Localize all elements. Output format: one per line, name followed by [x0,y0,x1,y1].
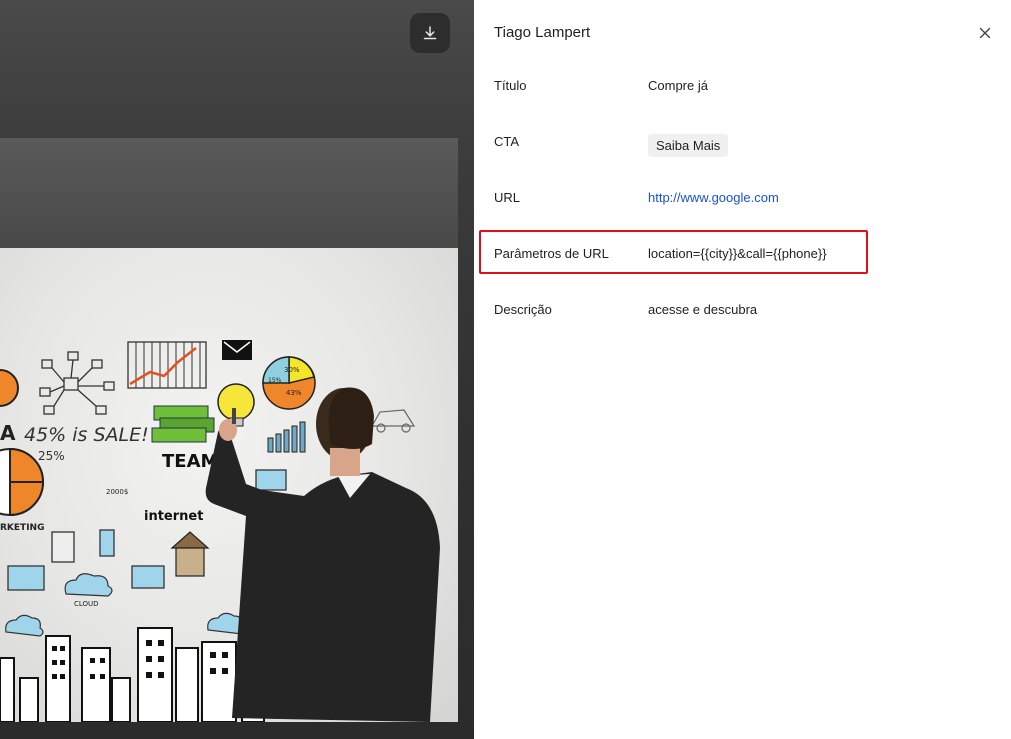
ad-pie-chart-left [0,447,45,517]
ad-pie-label-a: 30% [284,366,300,374]
field-value-url-params: location={{city}}&call={{phone}} [648,245,827,261]
ad-cloud-text: CLOUD [74,600,99,608]
panel-title: Tiago Lampert [494,24,591,41]
ad-city-skyline [0,627,265,722]
close-icon [979,27,991,39]
download-button[interactable] [410,13,450,53]
url-link[interactable]: http://www.google.com [648,190,779,205]
creative-viewer: 30% 15% 43% A 45% is SALE! 25% TEAM inte… [0,0,474,739]
ad-preview-frame: 30% 15% 43% A 45% is SALE! 25% TEAM inte… [0,138,458,722]
ad-price-text: 2000$ [106,488,128,496]
ad-text-fragment: A [0,421,16,445]
field-value-url-wrapper: http://www.google.com [648,190,974,205]
field-row-description: Descrição acesse e descubra [494,297,974,321]
ad-pie-label-c: 43% [286,389,302,397]
ad-network-doodle [39,351,115,415]
field-value-title: Compre já [648,77,708,93]
ad-growth-chart [127,341,207,389]
download-icon [423,26,437,40]
field-value-cta-wrapper: Saiba Mais [648,126,974,157]
ad-pie-label-b: 15% [268,377,282,384]
ad-creative-image: 30% 15% 43% A 45% is SALE! 25% TEAM inte… [0,248,458,722]
ad-team-text: TEAM [162,451,218,472]
field-label-description: Descrição [494,301,552,317]
field-row-url-params: Parâmetros de URL location={{city}}&call… [494,241,974,265]
ad-money-doodle [151,405,215,443]
ad-house-doodle [170,531,210,577]
field-label-url-params: Parâmetros de URL [494,245,609,261]
ad-car-doodle [370,409,416,433]
ad-pie-chart-right: 30% 15% 43% [262,356,316,410]
field-label-cta: CTA [494,133,520,149]
ad-businessman [205,387,440,722]
ad-marketing-text: RKETING [0,523,44,533]
cta-chip: Saiba Mais [648,133,729,157]
field-value-description: acesse e descubra [648,301,758,317]
ad-bar-chart [267,421,306,453]
field-row-url: URL http://www.google.com [494,185,974,209]
field-label-title: Título [494,77,527,93]
close-button[interactable] [976,24,994,42]
ad-orange-circle [0,369,19,407]
field-row-cta: CTA Saiba Mais [494,129,974,157]
ad-envelope-doodle [222,340,252,360]
ad-internet-text: internet [144,509,203,524]
ad-sale-text: 45% is SALE! [24,424,149,446]
details-panel: Tiago Lampert Título Compre já CTA Saiba… [474,0,1011,739]
ad-25-text: 25% [38,449,65,463]
ad-server-doodle [51,531,75,563]
field-label-url: URL [494,189,521,205]
field-row-title: Título Compre já [494,73,974,97]
